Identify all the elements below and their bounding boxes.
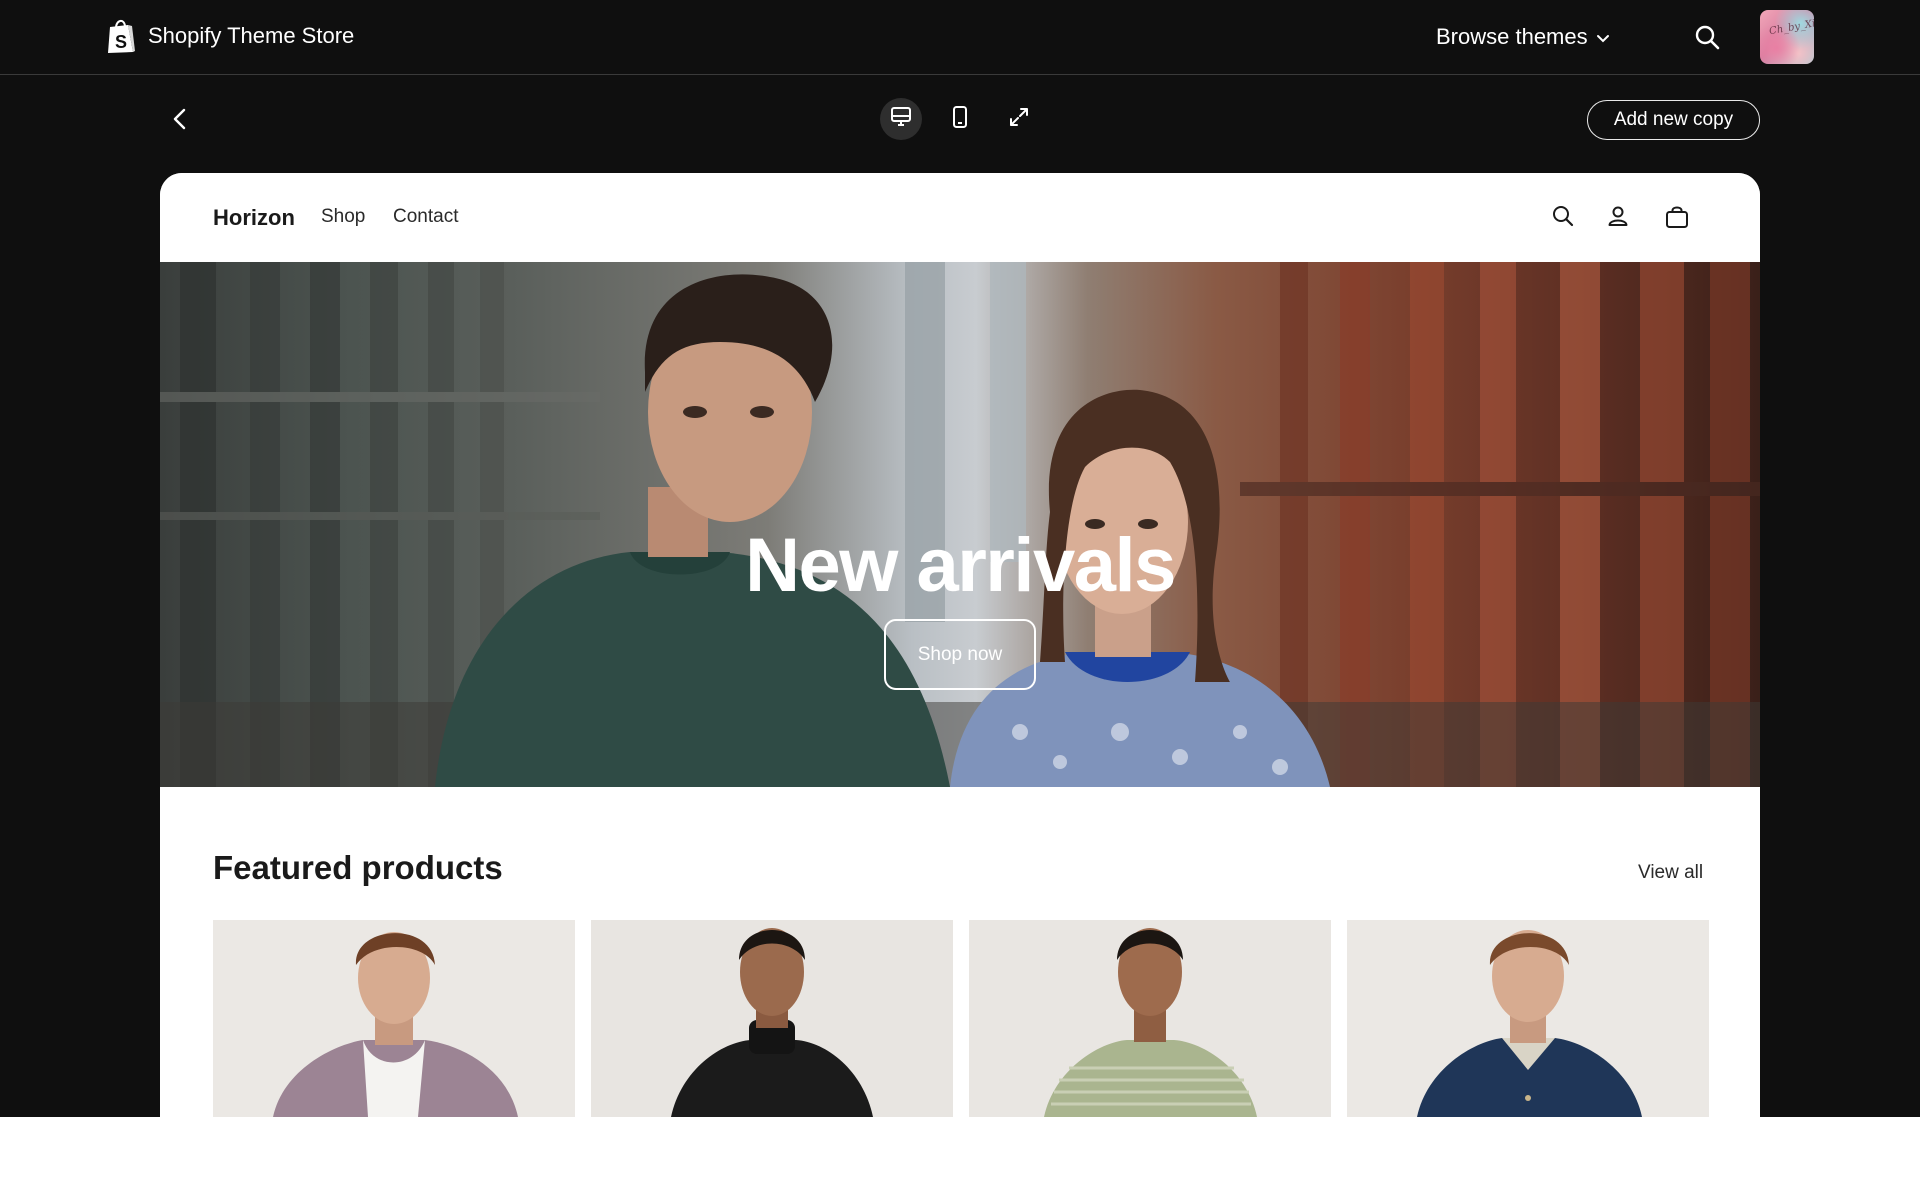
top-nav: S Shopify Theme Store Browse themes Ch_b…	[0, 0, 1920, 75]
product-card[interactable]	[591, 920, 953, 1117]
add-new-copy-button[interactable]: Add new copy	[1587, 100, 1760, 140]
brand-label: Shopify Theme Store	[148, 23, 355, 48]
brand[interactable]: S Shopify Theme Store	[106, 17, 354, 55]
featured-products-title: Featured products	[213, 849, 503, 886]
hero-title: New arrivals	[745, 523, 1176, 608]
user-avatar[interactable]: Ch_by_Xii	[1760, 10, 1814, 64]
store-nav-contact[interactable]: Contact	[393, 206, 458, 228]
product-image-man-denim-jacket	[1347, 920, 1709, 1117]
browse-themes-dropdown[interactable]: Browse themes	[1436, 24, 1610, 50]
hero-banner: New arrivals Shop now	[160, 262, 1760, 787]
chevron-left-icon[interactable]	[168, 106, 192, 132]
search-icon[interactable]	[1551, 204, 1577, 230]
store-header: Horizon Shop Contact	[160, 173, 1760, 262]
shop-now-button[interactable]: Shop now	[884, 619, 1036, 690]
product-card[interactable]	[213, 920, 575, 1117]
store-nav-shop[interactable]: Shop	[321, 206, 365, 228]
fullscreen-button[interactable]	[998, 98, 1040, 140]
shopify-bag-icon: S	[106, 17, 136, 55]
desktop-view-button[interactable]	[880, 98, 922, 140]
product-card[interactable]	[1347, 920, 1709, 1117]
account-icon[interactable]	[1606, 204, 1632, 230]
mobile-view-button[interactable]	[939, 98, 981, 140]
view-all-link[interactable]: View all	[1638, 862, 1703, 884]
product-card[interactable]	[969, 920, 1331, 1117]
chevron-down-icon	[1596, 24, 1610, 50]
browse-themes-label: Browse themes	[1436, 24, 1588, 49]
store-preview: Horizon Shop Contact New arrivals Shop n…	[160, 173, 1760, 1117]
mobile-view-icon	[948, 105, 972, 134]
search-icon[interactable]	[1694, 24, 1720, 50]
cart-bag-icon[interactable]	[1664, 204, 1690, 230]
svg-text:S: S	[115, 32, 127, 52]
fullscreen-icon	[1007, 105, 1031, 134]
product-image-woman-striped-knit	[969, 920, 1331, 1117]
theme-preview-app: S Shopify Theme Store Browse themes Ch_b…	[0, 0, 1920, 1117]
desktop-view-icon	[889, 105, 913, 134]
avatar-signature: Ch_by_Xii	[1768, 17, 1814, 38]
product-image-woman-black-turtleneck	[591, 920, 953, 1117]
product-image-man-lilac-cardigan	[213, 920, 575, 1117]
store-logo[interactable]: Horizon	[213, 205, 295, 231]
